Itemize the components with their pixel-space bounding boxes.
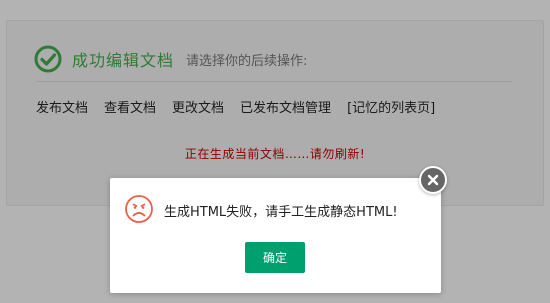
success-title: 成功编辑文档 [72, 51, 175, 70]
error-dialog: 生成HTML失败，请手工生成静态HTML! 确定 [110, 178, 441, 293]
view-document-link[interactable]: 查看文档 [104, 97, 156, 116]
edit-document-link[interactable]: 更改文档 [172, 97, 224, 116]
success-row: 成功编辑文档 请选择你的后续操作: [34, 44, 307, 74]
processing-message: 正在生成当前文档……请勿刷新! [184, 147, 366, 161]
confirm-button[interactable]: 确定 [245, 242, 305, 273]
success-hint: 请选择你的后续操作: [186, 53, 308, 69]
divider [36, 81, 512, 82]
published-documents-link[interactable]: 已发布文档管理 [240, 97, 331, 116]
close-x-glyph [427, 174, 439, 186]
publish-document-link[interactable]: 发布文档 [36, 97, 88, 116]
remembered-list-link[interactable]: [记忆的列表页] [347, 97, 435, 116]
action-links: 发布文档 查看文档 更改文档 已发布文档管理 [记忆的列表页] [36, 97, 451, 116]
check-circle-icon [34, 45, 62, 73]
dialog-message: 生成HTML失败，请手工生成静态HTML! [164, 205, 398, 220]
close-icon[interactable] [419, 166, 447, 194]
sad-face-icon [125, 195, 153, 223]
